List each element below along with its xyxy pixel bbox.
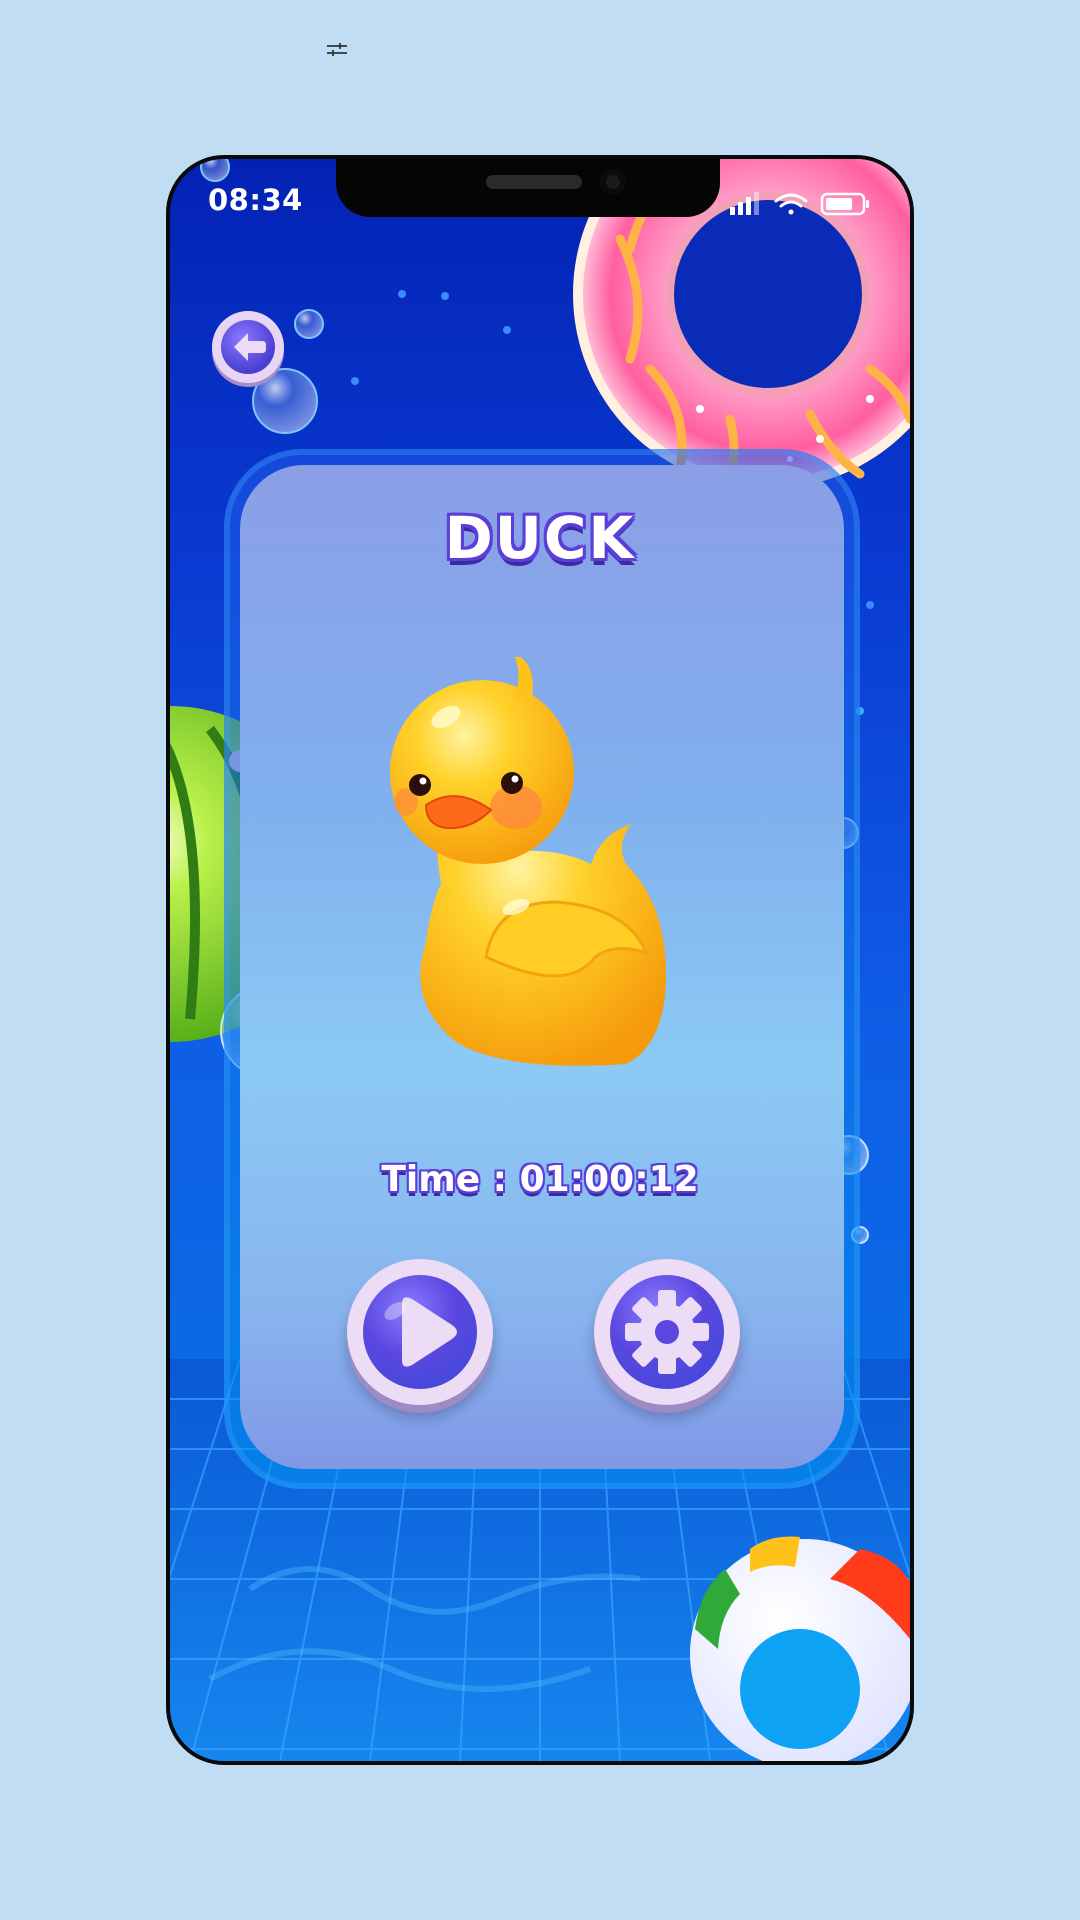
battery-icon — [820, 192, 869, 216]
phone-frame: DUCK Time : 01:00:12 08:34 — [166, 155, 914, 1765]
camera — [600, 169, 626, 195]
settings-button[interactable] — [594, 1259, 740, 1405]
timer-text: Time : 01:00:12 — [381, 1159, 699, 1200]
play-icon — [384, 1297, 457, 1367]
duck-character — [390, 657, 666, 1066]
play-button[interactable] — [347, 1259, 493, 1405]
back-button[interactable] — [212, 311, 284, 383]
status-time: 08:34 — [208, 183, 303, 217]
status-icons — [730, 192, 869, 216]
arrow-left-icon — [234, 333, 266, 361]
signal-icon — [730, 192, 759, 215]
phone-notch — [336, 159, 720, 217]
gear-icon — [625, 1290, 709, 1374]
sliders-icon[interactable] — [325, 40, 349, 60]
page-title: DUCK — [444, 504, 636, 572]
wifi-icon — [774, 193, 808, 215]
speaker — [486, 175, 582, 189]
